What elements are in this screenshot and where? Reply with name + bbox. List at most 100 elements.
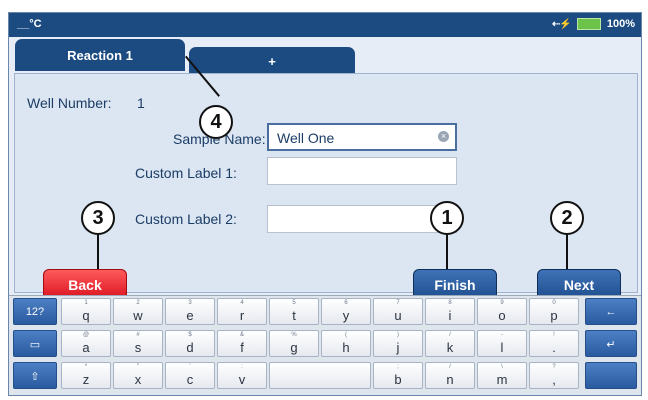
key[interactable]: :v <box>217 362 267 389</box>
key-label: e <box>186 308 194 323</box>
custom-label-1-input[interactable] <box>267 157 457 185</box>
key-label: n <box>446 372 454 387</box>
keyboard-mode-key[interactable]: 12? <box>13 298 57 325</box>
key-label: b <box>394 372 402 387</box>
key[interactable]: @ a <box>61 330 111 357</box>
key-alt-label: ! <box>553 332 555 338</box>
key-label: ▭ <box>29 339 41 351</box>
key-label: p <box>550 308 558 323</box>
sample-name-input[interactable]: Well One × <box>267 123 457 151</box>
plug-icon: ⇠⚡ <box>552 18 572 30</box>
add-tab-label: + <box>268 53 276 69</box>
key-alt-label: 1 <box>84 300 88 306</box>
temperature-readout: __°C <box>17 18 42 30</box>
custom-label-1-label: Custom Label 1: <box>135 165 237 181</box>
keyboard-mode-key[interactable]: ▭ <box>13 330 57 357</box>
key-label: y <box>342 308 350 323</box>
key-label: d <box>186 340 194 355</box>
key[interactable]: % g <box>269 330 319 357</box>
key-alt-label: @ <box>82 332 90 338</box>
key-alt-label: $ <box>188 332 192 338</box>
key-alt-label: 0 <box>552 300 556 306</box>
key[interactable]: " x <box>113 362 163 389</box>
key[interactable]: 4r <box>217 298 267 325</box>
key[interactable]: / k <box>425 330 475 357</box>
key[interactable]: 1q <box>61 298 111 325</box>
key[interactable]: 6y <box>321 298 371 325</box>
next-label: Next <box>563 277 595 293</box>
key[interactable]: # s <box>113 330 163 357</box>
key[interactable]: ' c <box>165 362 215 389</box>
key-label: 12? <box>25 306 45 318</box>
status-bar: __°C ⇠⚡ 100% <box>9 13 641 37</box>
key-alt-label: : <box>241 364 243 370</box>
key-label: , <box>552 372 556 387</box>
key-label: f <box>240 340 244 355</box>
key-label: x <box>134 372 142 387</box>
key-alt-label: ( <box>345 332 347 338</box>
key-label: r <box>239 308 245 323</box>
key-label: u <box>394 308 402 323</box>
key-alt-label: / <box>449 332 451 338</box>
key-alt-label: 5 <box>292 300 296 306</box>
well-number-label: Well Number: <box>27 95 112 111</box>
key[interactable]: / n <box>425 362 475 389</box>
key-label: t <box>292 308 296 323</box>
key-alt-label: & <box>239 332 244 338</box>
key[interactable]: 9o <box>477 298 527 325</box>
battery-icon <box>576 18 601 30</box>
custom-label-2-input[interactable] <box>267 205 457 233</box>
key-label: . <box>552 340 556 355</box>
key[interactable]: 7u <box>373 298 423 325</box>
key-label: h <box>342 340 350 355</box>
keyboard-row: ⇧ * z " x ' c: v; b / n \ m?, <box>9 360 641 391</box>
key-alt-label: / <box>449 364 451 370</box>
callout-2-leader <box>566 233 568 269</box>
custom-label-2-label: Custom Label 2: <box>135 211 237 227</box>
key-label: z <box>82 372 90 387</box>
callout-1-leader <box>446 233 448 269</box>
keyboard-mode-key[interactable]: ⇧ <box>13 362 57 389</box>
key[interactable]: 2w <box>113 298 163 325</box>
key-alt-label: ' <box>189 364 191 370</box>
key-alt-label: # <box>136 332 140 338</box>
back-label: Back <box>68 277 102 293</box>
key[interactable]: 3e <box>165 298 215 325</box>
tab-reaction-1[interactable]: Reaction 1 <box>15 39 185 71</box>
key[interactable]: & f <box>217 330 267 357</box>
key-alt-label: ; <box>397 364 399 370</box>
key-alt-label: - <box>501 332 503 338</box>
key-alt-label: ) <box>397 332 399 338</box>
backspace-key[interactable]: ← <box>585 298 637 325</box>
key[interactable]: 8i <box>425 298 475 325</box>
key[interactable]: $ d <box>165 330 215 357</box>
tab-add-reaction[interactable]: + <box>189 47 355 75</box>
key-alt-label: 9 <box>500 300 504 306</box>
key-alt-label: 3 <box>188 300 192 306</box>
key[interactable]: ) j <box>373 330 423 357</box>
space-key[interactable] <box>269 362 371 389</box>
key[interactable]: -l <box>477 330 527 357</box>
battery-percent: 100% <box>606 18 635 30</box>
key[interactable]: !. <box>529 330 579 357</box>
key-alt-label: % <box>291 332 297 338</box>
blank-key[interactable] <box>585 362 637 389</box>
key[interactable]: (h <box>321 330 371 357</box>
key-label: m <box>496 372 508 387</box>
key-alt-label: 6 <box>344 300 348 306</box>
key[interactable]: 0p <box>529 298 579 325</box>
key[interactable]: ?, <box>529 362 579 389</box>
well-number-value: 1 <box>137 95 145 111</box>
key[interactable]: 5t <box>269 298 319 325</box>
enter-key[interactable]: ↵ <box>585 330 637 357</box>
clear-icon[interactable]: × <box>438 131 449 142</box>
key-label: ⇧ <box>30 371 40 383</box>
key-alt-label: 4 <box>240 300 244 306</box>
key-alt-label: 8 <box>448 300 452 306</box>
key-alt-label: 2 <box>136 300 140 306</box>
key[interactable]: * z <box>61 362 111 389</box>
key-label: ↵ <box>606 339 616 351</box>
key[interactable]: ; b <box>373 362 423 389</box>
key[interactable]: \ m <box>477 362 527 389</box>
key-alt-label: * <box>84 364 88 370</box>
